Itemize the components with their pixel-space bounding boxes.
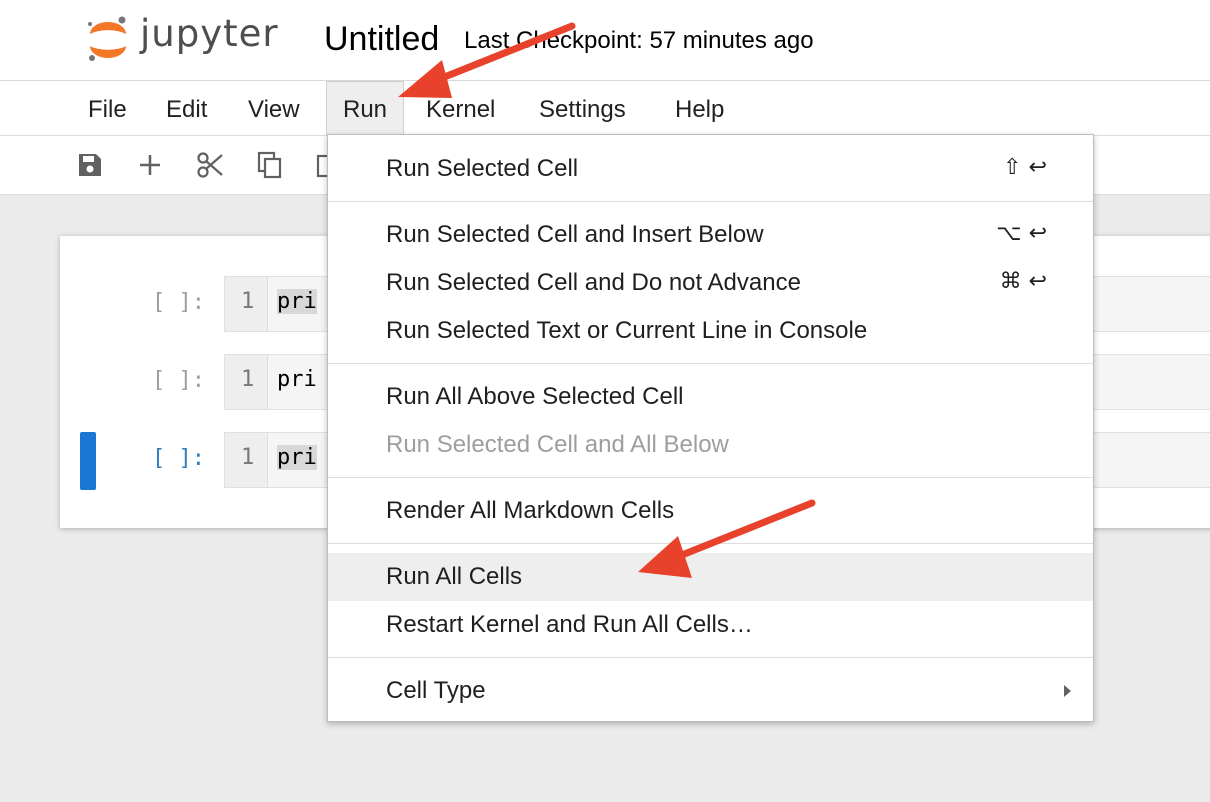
line-number: 1 — [241, 367, 255, 392]
menu-item-shortcut: ⌘ ↩ — [999, 269, 1047, 294]
notebook-header: jupyter Untitled Last Checkpoint: 57 min… — [0, 0, 1210, 81]
menu-separator — [328, 543, 1093, 544]
menu-separator — [328, 477, 1093, 478]
menu-bar: File Edit View Run Kernel Settings Help — [0, 81, 1210, 136]
line-gutter: 1 — [225, 277, 268, 331]
menu-item-label: Render All Markdown Cells — [386, 497, 675, 524]
menu-separator — [328, 201, 1093, 202]
menu-help[interactable]: Help — [675, 81, 724, 135]
menu-item-label: Run Selected Cell — [386, 155, 579, 182]
menu-item-label: Run Selected Cell and Do not Advance — [386, 269, 801, 296]
menu-item-shortcut: ⇧ ↩ — [1003, 155, 1047, 180]
menu-item-label: Run Selected Cell and Insert Below — [386, 221, 764, 248]
menu-run-do-not-advance[interactable]: Run Selected Cell and Do not Advance ⌘ ↩ — [328, 259, 1093, 307]
run-menu-dropdown: Run Selected Cell ⇧ ↩ Run Selected Cell … — [327, 134, 1094, 722]
cell-code-text: pri — [277, 445, 317, 470]
submenu-arrow-icon — [1064, 685, 1071, 697]
menu-render-markdown[interactable]: Render All Markdown Cells — [328, 487, 1093, 535]
menu-settings[interactable]: Settings — [539, 81, 626, 135]
menu-item-label: Run All Cells — [386, 563, 523, 590]
jupyter-logo-icon[interactable] — [84, 14, 132, 64]
menu-run-all-below: Run Selected Cell and All Below — [328, 421, 1093, 469]
active-cell-marker — [80, 432, 96, 490]
menu-run-all-above[interactable]: Run All Above Selected Cell — [328, 373, 1093, 421]
add-icon[interactable] — [135, 150, 165, 180]
menu-run-all-cells[interactable]: Run All Cells — [328, 553, 1093, 601]
cell-code-text: pri — [277, 367, 317, 392]
cell-code-text: pri — [277, 289, 317, 314]
cell-prompt: [ ]: — [152, 368, 205, 393]
menu-item-label: Restart Kernel and Run All Cells… — [386, 611, 753, 638]
menu-item-label: Run All Above Selected Cell — [386, 383, 684, 410]
menu-view[interactable]: View — [248, 81, 300, 135]
menu-file[interactable]: File — [88, 81, 127, 135]
menu-restart-run-all[interactable]: Restart Kernel and Run All Cells… — [328, 601, 1093, 649]
checkpoint-status: Last Checkpoint: 57 minutes ago — [464, 27, 814, 54]
line-number: 1 — [241, 445, 255, 470]
line-gutter: 1 — [225, 433, 268, 487]
menu-run-insert-below[interactable]: Run Selected Cell and Insert Below ⌥ ↩ — [328, 211, 1093, 259]
menu-item-label: Run Selected Cell and All Below — [386, 431, 729, 458]
menu-run-selected-cell[interactable]: Run Selected Cell ⇧ ↩ — [328, 145, 1093, 193]
cell-code[interactable]: pri — [277, 367, 317, 392]
cell-code[interactable]: pri — [277, 445, 317, 470]
cell-code[interactable]: pri — [277, 289, 317, 314]
line-gutter: 1 — [225, 355, 268, 409]
menu-edit[interactable]: Edit — [166, 81, 207, 135]
copy-icon[interactable] — [255, 150, 285, 180]
menu-kernel[interactable]: Kernel — [426, 81, 495, 135]
menu-run-in-console[interactable]: Run Selected Text or Current Line in Con… — [328, 307, 1093, 355]
menu-item-shortcut: ⌥ ↩ — [996, 221, 1047, 246]
cell-prompt: [ ]: — [152, 290, 205, 315]
line-number: 1 — [241, 289, 255, 314]
menu-separator — [328, 657, 1093, 658]
cell-prompt: [ ]: — [152, 446, 205, 471]
menu-item-label: Cell Type — [386, 677, 486, 704]
cut-icon[interactable] — [195, 150, 225, 180]
menu-item-label: Run Selected Text or Current Line in Con… — [386, 317, 868, 344]
menu-run[interactable]: Run — [326, 81, 405, 135]
menu-separator — [328, 363, 1093, 364]
menu-cell-type[interactable]: Cell Type — [328, 667, 1093, 715]
jupyter-wordmark: jupyter — [140, 12, 279, 55]
notebook-title[interactable]: Untitled — [324, 20, 439, 59]
save-icon[interactable] — [75, 150, 105, 180]
